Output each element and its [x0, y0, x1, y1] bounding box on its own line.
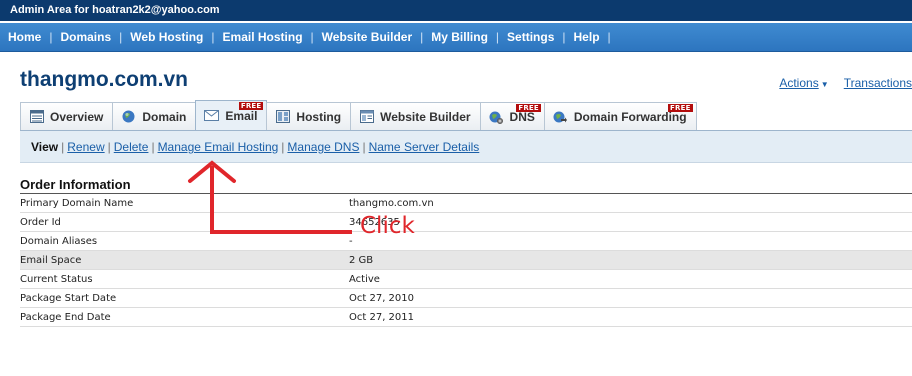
tab-label: Email	[225, 108, 258, 123]
domain-title: thangmo.com.vn	[20, 68, 189, 91]
main-nav: Home | Domains | Web Hosting | Email Hostin…	[0, 23, 912, 52]
admin-area-bar: Admin Area for hoatran2k2@yahoo.com	[0, 0, 912, 22]
row-label: Package Start Date	[20, 288, 349, 308]
row-label: Current Status	[20, 269, 349, 289]
sub-nav: View | Renew | Delete | Manage Email Hosting | M…	[20, 130, 912, 163]
tab-email[interactable]: Email FREE	[195, 100, 268, 130]
row-label: Primary Domain Name	[20, 193, 349, 213]
nav-help[interactable]: Help	[566, 30, 608, 44]
tab-label: Hosting	[296, 109, 342, 124]
nav-web-hosting[interactable]: Web Hosting	[122, 30, 211, 44]
subnav-separator: |	[281, 140, 285, 154]
row-label: Domain Aliases	[20, 231, 349, 251]
nav-website-builder[interactable]: Website Builder	[314, 30, 420, 44]
table-row: Current Status Active	[20, 269, 912, 289]
tab-domain-forwarding[interactable]: Domain Forwarding FREE	[543, 102, 697, 130]
tab-hosting[interactable]: Hosting	[266, 102, 352, 130]
forwarding-icon	[553, 110, 568, 124]
nav-settings[interactable]: Settings	[499, 30, 562, 44]
subnav-separator: |	[151, 140, 155, 154]
header-links: Actions ▼ Transactions	[779, 76, 912, 90]
nav-separator: |	[607, 30, 611, 44]
row-value: 34652635	[349, 212, 912, 232]
row-label: Package End Date	[20, 307, 349, 327]
caret-down-icon[interactable]: ▼	[821, 80, 829, 89]
row-value: thangmo.com.vn	[349, 193, 912, 213]
globe-icon	[121, 110, 136, 124]
subnav-separator: |	[107, 140, 111, 154]
subnav-view[interactable]: View	[31, 140, 58, 154]
admin-area-text: Admin Area for hoatran2k2@yahoo.com	[10, 4, 220, 16]
server-icon	[275, 110, 290, 124]
table-row: Order Id 34652635	[20, 212, 912, 232]
row-label: Order Id	[20, 212, 349, 232]
table-row: Package End Date Oct 27, 2011	[20, 307, 912, 327]
tab-website-builder[interactable]: Website Builder	[350, 102, 481, 130]
free-badge: FREE	[238, 102, 264, 110]
subnav-renew-link[interactable]: Renew	[67, 140, 104, 154]
row-value: Oct 27, 2011	[349, 307, 912, 327]
subnav-manage-email-hosting-link[interactable]: Manage Email Hosting	[158, 140, 279, 154]
subnav-name-server-details-link[interactable]: Name Server Details	[369, 140, 480, 154]
dns-gear-icon	[489, 110, 504, 124]
tab-domain[interactable]: Domain	[112, 102, 197, 130]
envelope-icon	[204, 109, 220, 123]
subnav-separator: |	[362, 140, 366, 154]
tab-label: Overview	[50, 109, 104, 124]
nav-domains[interactable]: Domains	[52, 30, 119, 44]
free-badge: FREE	[668, 104, 693, 112]
nav-email-hosting[interactable]: Email Hosting	[215, 30, 311, 44]
domain-tabs: Overview Domain Email FREE Hosting Websi…	[20, 100, 697, 130]
table-row: Package Start Date Oct 27, 2010	[20, 288, 912, 308]
nav-my-billing[interactable]: My Billing	[423, 30, 496, 44]
subnav-manage-dns-link[interactable]: Manage DNS	[287, 140, 359, 154]
subnav-delete-link[interactable]: Delete	[114, 140, 149, 154]
tab-overview[interactable]: Overview	[20, 102, 114, 130]
transactions-link[interactable]: Transactions	[844, 76, 912, 90]
row-value: Active	[349, 269, 912, 289]
subnav-separator: |	[61, 140, 65, 154]
row-value: Oct 27, 2010	[349, 288, 912, 308]
tab-label: Website Builder	[380, 109, 471, 124]
order-information-title: Order Information	[20, 177, 131, 192]
row-value: -	[349, 231, 912, 251]
free-badge: FREE	[516, 104, 541, 112]
overview-icon	[29, 110, 44, 124]
nav-home[interactable]: Home	[0, 30, 49, 44]
website-builder-icon	[359, 110, 374, 124]
order-information-table: Primary Domain Name thangmo.com.vn Order …	[20, 193, 912, 327]
table-row: Email Space 2 GB	[20, 250, 912, 270]
click-annotation-label: Click	[360, 213, 415, 239]
table-row: Domain Aliases -	[20, 231, 912, 251]
actions-menu[interactable]: Actions	[779, 76, 818, 90]
tab-dns[interactable]: DNS FREE	[479, 102, 545, 130]
table-row: Primary Domain Name thangmo.com.vn	[20, 193, 912, 213]
row-value: 2 GB	[349, 250, 912, 270]
row-label: Email Space	[20, 250, 349, 270]
tab-label: Domain	[142, 109, 187, 124]
